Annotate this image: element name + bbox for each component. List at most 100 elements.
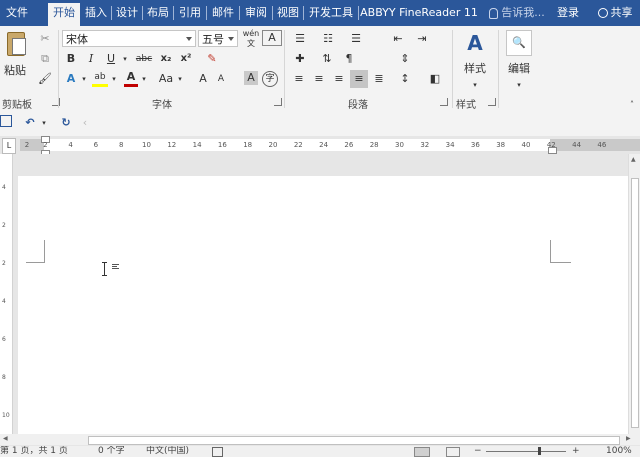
align-center-button[interactable]: ≡ (312, 70, 326, 88)
chevron-down-icon (228, 37, 234, 41)
styles-gallery-icon[interactable]: A (462, 30, 488, 56)
chevron-down-icon[interactable]: ▾ (176, 70, 184, 88)
share-button[interactable]: 共享 (590, 3, 640, 23)
show-marks-button[interactable]: ¶ (342, 50, 356, 68)
search-icon[interactable]: 🔍 (506, 30, 532, 56)
vertical-scroll-thumb[interactable] (631, 178, 639, 428)
tab-developer[interactable]: 开发工具 (305, 3, 357, 23)
cut-icon[interactable]: ✂ (38, 30, 52, 48)
tell-me-search[interactable]: 告诉我... (484, 3, 550, 23)
tab-view[interactable]: 视图 (274, 3, 302, 23)
tab-review[interactable]: 审阅 (241, 3, 271, 23)
subscript-button[interactable]: x₂ (158, 50, 174, 68)
horizontal-scroll-thumb[interactable] (88, 436, 620, 445)
increase-indent-button[interactable]: ⇥ (414, 30, 430, 48)
text-effects-icon[interactable]: ✎ (204, 50, 220, 68)
tell-me-placeholder: 告诉我... (501, 6, 545, 19)
word-count[interactable]: 0 个字 (98, 446, 125, 457)
chevron-down-icon[interactable]: ▾ (110, 70, 118, 88)
shading-button[interactable]: ◧ (428, 70, 442, 88)
vertical-scrollbar[interactable]: ▲ (628, 154, 640, 434)
tab-abbyy[interactable]: ABBYY FineReader 11 (360, 3, 478, 23)
zoom-level[interactable]: 100% (606, 446, 632, 457)
format-painter-icon[interactable]: 🖌 (38, 70, 52, 88)
justify-button[interactable]: ≡ (350, 70, 368, 88)
align-left-button[interactable]: ≡ (292, 70, 306, 88)
read-mode-icon[interactable] (414, 447, 430, 457)
text-effect-a-icon[interactable]: A (64, 70, 78, 88)
zoom-out-icon[interactable]: − (474, 446, 482, 457)
character-shading-button[interactable]: A (244, 71, 258, 85)
shrink-font-button[interactable]: A (214, 70, 228, 88)
underline-options-chevron-icon[interactable]: ▾ (120, 50, 130, 68)
styles-group-label: 样式 (456, 100, 476, 111)
tab-file[interactable]: 文件 (2, 3, 32, 23)
vertical-ruler[interactable] (0, 154, 13, 434)
language[interactable]: 中文(中国) (146, 446, 189, 457)
vertical-ruler-label: 4 (2, 298, 6, 305)
underline-button[interactable]: U (104, 50, 118, 68)
styles-launcher-icon[interactable] (488, 98, 496, 106)
zoom-in-icon[interactable]: + (572, 446, 580, 457)
clear-formatting-icon[interactable]: A (262, 30, 282, 46)
undo-icon[interactable]: ↶ (22, 114, 38, 132)
save-icon[interactable] (0, 115, 12, 127)
font-size-dropdown[interactable]: 五号 (198, 30, 238, 47)
tab-selector-icon[interactable]: L (2, 138, 16, 154)
tab-layout[interactable]: 布局 (144, 3, 172, 23)
ruler-tick-label: 4 (68, 141, 73, 149)
chevron-down-icon (186, 37, 192, 41)
line-spacing-button[interactable]: ↕ (398, 70, 412, 88)
chevron-down-icon[interactable]: ▾ (40, 114, 48, 132)
superscript-button[interactable]: x² (178, 50, 194, 68)
font-name-dropdown[interactable]: 宋体 (62, 30, 196, 47)
phonetic-guide-icon[interactable]: wén 文 (242, 29, 260, 48)
font-color-button[interactable]: A (124, 70, 138, 87)
asian-spacing-button[interactable]: ⇕ (398, 50, 412, 68)
document-page[interactable] (18, 176, 628, 434)
decrease-indent-button[interactable]: ⇤ (390, 30, 406, 48)
sort-button[interactable]: ⇅ (320, 50, 334, 68)
page-count[interactable]: 第 1 页，共 1 页 (0, 446, 68, 457)
bold-button[interactable]: B (64, 50, 78, 68)
tab-mailings[interactable]: 邮件 (208, 3, 238, 23)
scroll-right-icon[interactable]: ▶ (626, 435, 631, 442)
change-case-button[interactable]: Aa (156, 70, 176, 88)
align-right-button[interactable]: ≡ (332, 70, 346, 88)
tab-references[interactable]: 引用 (175, 3, 205, 23)
paste-button[interactable] (4, 30, 26, 56)
macro-record-icon[interactable] (212, 447, 223, 457)
multilevel-list-button[interactable]: ☰ (346, 30, 366, 48)
zoom-slider[interactable] (486, 451, 566, 452)
print-layout-icon[interactable] (446, 447, 460, 457)
strikethrough-button[interactable]: abc (134, 50, 154, 68)
chevron-down-icon[interactable]: ▾ (80, 70, 88, 88)
ruler-tick-label: 40 (521, 141, 531, 149)
copy-icon[interactable]: ⧉ (38, 50, 52, 68)
tab-design[interactable]: 设计 (113, 3, 141, 23)
login-button[interactable]: 登录 (553, 3, 583, 23)
highlight-color-button[interactable]: ab (92, 70, 108, 87)
chevron-down-icon[interactable]: ▾ (140, 70, 148, 88)
zoom-slider-thumb[interactable] (538, 447, 541, 455)
tab-home[interactable]: 开始 (48, 3, 80, 26)
font-launcher-icon[interactable] (274, 98, 282, 106)
chinese-layout-button[interactable]: ✚ (292, 50, 308, 68)
scroll-left-icon[interactable]: ◀ (3, 435, 8, 442)
italic-button[interactable]: I (84, 50, 98, 68)
distributed-button[interactable]: ≣ (372, 70, 386, 88)
chevron-down-icon[interactable]: ▾ (470, 76, 480, 94)
repeat-icon[interactable]: ↻ (58, 114, 74, 132)
bullets-button[interactable]: ☰ (290, 30, 310, 48)
paragraph-launcher-icon[interactable] (440, 98, 448, 106)
paste-label[interactable]: 粘贴 (2, 62, 28, 80)
numbering-button[interactable]: ☷ (318, 30, 338, 48)
grow-font-button[interactable]: A (196, 70, 210, 88)
enclose-characters-button[interactable]: 字 (262, 71, 278, 87)
tab-separator (239, 6, 240, 20)
tab-insert[interactable]: 插入 (82, 3, 110, 23)
chevron-down-icon[interactable]: ▾ (514, 76, 524, 94)
scroll-up-icon[interactable]: ▲ (631, 156, 636, 163)
vertical-ruler-label: 2 (2, 260, 6, 267)
customize-qat-icon[interactable]: ‹ (80, 114, 90, 132)
